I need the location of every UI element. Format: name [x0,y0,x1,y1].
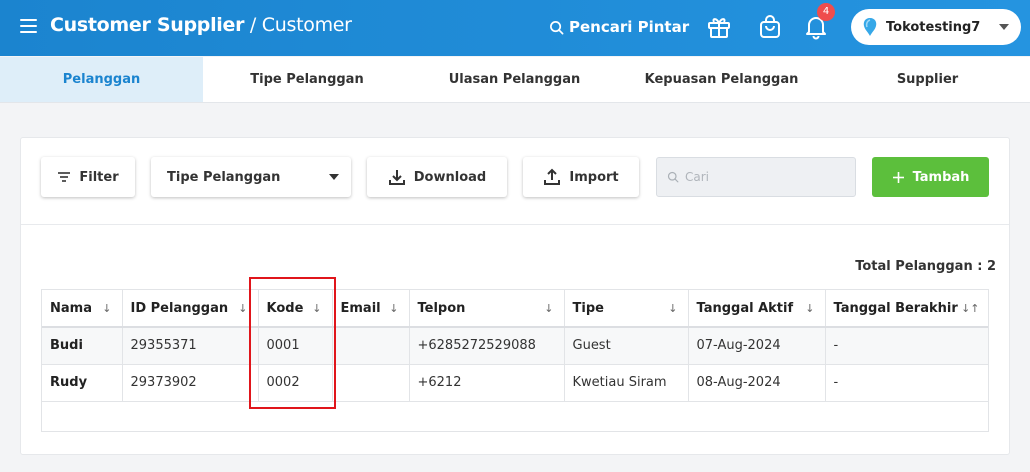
tab-pelanggan[interactable]: Pelanggan [0,57,203,102]
menu-icon[interactable] [20,19,37,33]
column-header-tanggal-berakhir[interactable]: Tanggal Berakhir ↓↑ [825,290,988,328]
customer-type-select-value: Tipe Pelanggan [167,169,281,185]
cell-name: Budi [42,327,123,365]
smart-search-label: Pencari Pintar [569,18,690,36]
cell-active-date: 08-Aug-2024 [688,364,826,402]
total-customers: Total Pelanggan : 2 [855,259,996,274]
filter-button[interactable]: Filter [41,157,135,197]
search-icon [550,20,564,34]
tab-kepuasan-pelanggan[interactable]: Kepuasan Pelanggan [618,57,825,102]
add-label: Tambah [912,169,970,185]
cell-type: Guest [564,327,689,365]
sort-icon[interactable]: ↓ [312,302,321,315]
column-header-label: Tanggal Aktif [696,300,794,316]
column-header-telpon[interactable]: Telpon ↓ [409,290,565,328]
upload-icon [544,168,561,185]
column-header-label: ID Pelanggan [130,300,229,316]
sort-both-icon[interactable]: ↓↑ [961,302,979,315]
sort-icon[interactable]: ↓ [389,302,398,315]
cell-code: 0001 [258,327,333,365]
cell-phone: +6285272529088 [409,327,565,365]
store-name: Tokotesting7 [886,19,981,35]
column-header-kode[interactable]: Kode ↓ [258,290,333,328]
column-header-id-pelanggan[interactable]: ID Pelanggan ↓ [122,290,259,328]
cell-name: Rudy [42,364,123,402]
search-icon [667,171,679,183]
column-header-email[interactable]: Email ↓ [332,290,410,328]
sort-icon[interactable]: ↓ [102,302,111,315]
notification-badge: 4 [817,3,835,21]
download-icon [388,170,405,185]
column-header-label: Tipe [572,300,604,316]
search-input[interactable] [685,170,845,184]
cell-end-date: - [825,364,988,402]
table-header-row: Nama ↓ ID Pelanggan ↓ Kode ↓ Email ↓ Telpon ↓… [42,290,988,328]
table-row[interactable]: Rudy 29373902 0002 +6212 Kwetiau Siram 0… [42,364,988,402]
page-title-separator: / [244,14,262,36]
download-label: Download [413,169,487,185]
cell-code: 0002 [258,364,333,402]
cell-phone: +6212 [409,364,565,402]
column-header-label: Nama [50,300,92,316]
cell-id: 29355371 [122,327,259,365]
cell-type: Kwetiau Siram [564,364,689,402]
customer-card: Filter Tipe Pelanggan Download Import Ta… [20,137,1010,455]
page-title-main: Customer Supplier [50,14,245,36]
gift-icon[interactable] [706,14,732,40]
store-selector[interactable]: Tokotesting7 [851,9,1021,45]
column-header-tanggal-aktif[interactable]: Tanggal Aktif ↓ [688,290,826,328]
add-button[interactable]: Tambah [872,157,989,197]
sort-icon[interactable]: ↓ [544,302,553,315]
page-title: Customer Supplier / Customer [50,14,352,36]
cell-email [332,327,410,365]
customer-type-select[interactable]: Tipe Pelanggan [151,157,351,197]
filter-icon [58,172,71,182]
tab-bar: Pelanggan Tipe Pelanggan Ulasan Pelangga… [0,57,1030,103]
column-header-label: Email [340,300,381,316]
sort-icon[interactable]: ↓ [238,302,247,315]
page-title-sub: Customer [261,14,352,36]
column-header-nama[interactable]: Nama ↓ [42,290,123,328]
smart-search-button[interactable]: Pencari Pintar [549,18,689,36]
search-box [656,157,856,197]
chevron-down-icon [999,24,1009,30]
plus-icon [892,171,904,183]
import-label: Import [569,169,619,185]
import-button[interactable]: Import [523,157,639,197]
cell-active-date: 07-Aug-2024 [688,327,826,365]
column-header-label: Kode [266,300,304,316]
column-header-label: Telpon [417,300,466,316]
column-header-label: Tanggal Berakhir [833,300,958,316]
column-header-tipe[interactable]: Tipe ↓ [564,290,689,328]
tab-ulasan-pelanggan[interactable]: Ulasan Pelanggan [411,57,618,102]
download-button[interactable]: Download [367,157,507,197]
tab-tipe-pelanggan[interactable]: Tipe Pelanggan [203,57,411,102]
customer-table: Nama ↓ ID Pelanggan ↓ Kode ↓ Email ↓ Telpon ↓… [41,289,989,432]
sort-icon[interactable]: ↓ [668,302,677,315]
filter-label: Filter [79,169,119,185]
divider [21,224,1009,225]
caret-down-icon [329,174,339,180]
table-row[interactable]: Budi 29355371 0001 +6285272529088 Guest … [42,327,988,365]
cell-email [332,364,410,402]
tab-supplier[interactable]: Supplier [825,57,1030,102]
shopping-bag-icon[interactable] [757,14,783,40]
sort-icon[interactable]: ↓ [805,302,814,315]
top-header: Customer Supplier / Customer Pencari Pin… [0,0,1030,56]
cell-end-date: - [825,327,988,365]
cell-id: 29373902 [122,364,259,402]
store-logo-icon [863,18,877,36]
